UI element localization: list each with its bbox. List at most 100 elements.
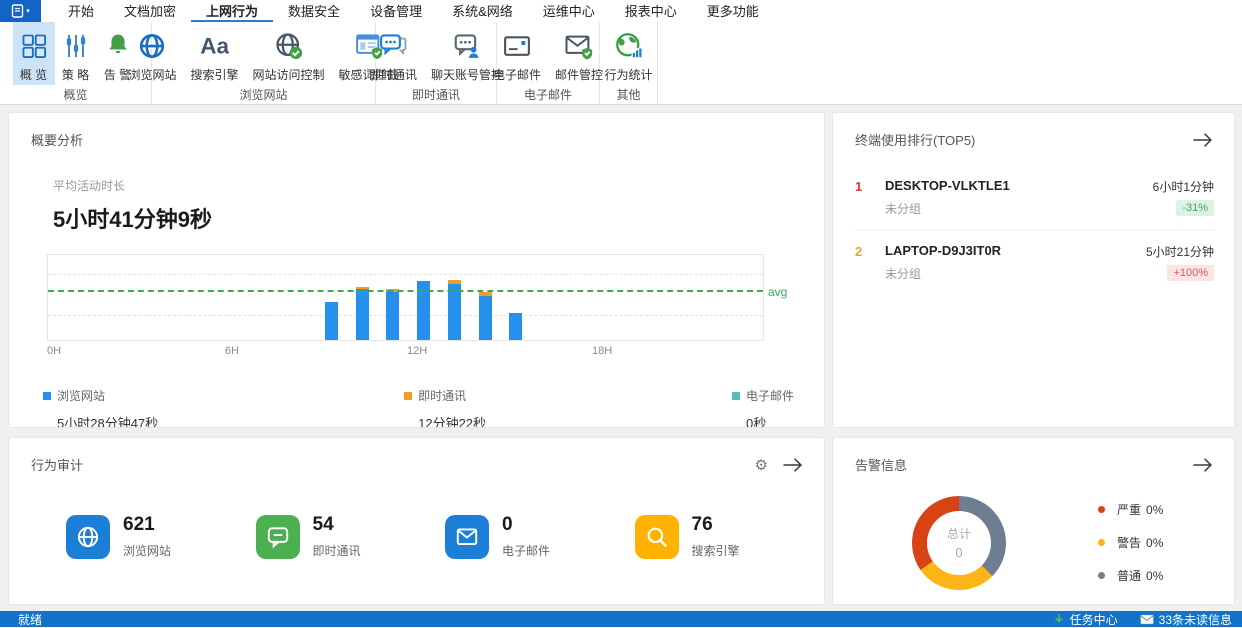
stat-value: 54 (313, 514, 361, 536)
ranking-row-2[interactable]: 2 LAPTOP-D9J3IT0R 未分组 5小时21分钟 +100% (855, 229, 1214, 294)
ribbon-mail-control-label: 邮件管控 (555, 66, 603, 83)
stats-globe-icon (614, 28, 644, 64)
ribbon-behavior-stats-button[interactable]: 行为统计 (598, 22, 660, 85)
download-arrow-icon (1053, 613, 1065, 625)
gear-icon[interactable]: ⚙ (755, 456, 768, 474)
legend-label-im: 即时通讯 (418, 387, 466, 404)
ribbon-behavior-stats-label: 行为统计 (605, 66, 653, 83)
ranking-panel-title: 终端使用排行(TOP5) (855, 130, 1178, 149)
alerts-panel-title: 告警信息 (855, 455, 1178, 474)
status-bar: 就绪 任务中心 33条未读信息 (0, 611, 1242, 627)
alerts-legend: 严重0% 警告0% 普通0% (1098, 488, 1163, 597)
ribbon-browse-web-button[interactable]: 浏览网站 (121, 22, 183, 85)
legend-label-email: 电子邮件 (746, 387, 794, 404)
ranking-panel: 终端使用排行(TOP5) 1 DESKTOP-VLKTLE1 未分组 6小时1分… (832, 112, 1235, 428)
ribbon-email-button[interactable]: 电子邮件 (486, 22, 548, 85)
x-tick-label: 18H (592, 345, 612, 357)
arrow-right-icon[interactable] (1192, 457, 1214, 473)
stat-web[interactable]: 621 浏览网站 (66, 514, 256, 559)
overview-panel-title: 概要分析 (31, 130, 804, 149)
stat-email[interactable]: 0 电子邮件 (445, 514, 635, 559)
svg-text:Aa: Aa (201, 34, 230, 59)
grid-icon (20, 28, 48, 64)
ribbon-group-email-label: 电子邮件 (497, 85, 599, 106)
menu-doc-encryption[interactable]: 文档加密 (109, 0, 191, 22)
unread-messages-button[interactable]: 33条未读信息 (1140, 611, 1232, 628)
critical-dot-icon (1098, 506, 1105, 513)
ribbon-search-engine-label: 搜索引擎 (190, 66, 238, 83)
bar-im (448, 280, 461, 284)
alert-label: 严重 (1117, 503, 1141, 517)
legend-item-email: 电子邮件 0秒 (732, 387, 794, 428)
normal-dot-icon (1098, 572, 1105, 579)
globe-icon (137, 28, 167, 64)
terminal-group: 未分组 (885, 265, 1146, 282)
stat-label: 即时通讯 (313, 542, 361, 559)
ribbon-group-web: 浏览网站 Aa 搜索引擎 网站访问 (152, 22, 376, 104)
menu-bar: ▾ 开始 文档加密 上网行为 数据安全 设备管理 系统&网络 运维中心 报表中心… (0, 0, 1242, 22)
legend-swatch-web (43, 392, 51, 400)
stat-im[interactable]: 54 即时通讯 (256, 514, 446, 559)
usage-time: 6小时1分钟 (1153, 178, 1214, 195)
ribbon: 概 览 策 略 (0, 22, 1242, 105)
ribbon-site-access-control-button[interactable]: 网站访问控制 (246, 22, 332, 85)
legend-item-web: 浏览网站 5小时28分钟47秒 (43, 387, 158, 428)
bar-web (479, 296, 492, 340)
legend-swatch-email (732, 392, 740, 400)
menu-data-security[interactable]: 数据安全 (273, 0, 355, 22)
mail-shield-icon (564, 28, 594, 64)
audit-panel: 行为审计 ⚙ 621 浏览网站 (8, 437, 825, 605)
task-center-button[interactable]: 任务中心 (1053, 611, 1118, 628)
ribbon-search-engine-button[interactable]: Aa 搜索引擎 (183, 22, 245, 85)
ribbon-group-im-label: 即时通讯 (376, 85, 496, 106)
avg-line-label: avg (768, 285, 787, 299)
warning-dot-icon (1098, 539, 1105, 546)
mail-icon (445, 515, 489, 559)
menu-start[interactable]: 开始 (53, 0, 109, 22)
alert-pct: 0% (1146, 569, 1163, 583)
globe-icon (66, 515, 110, 559)
ribbon-policy-label: 策 略 (62, 66, 89, 83)
ranking-row-1[interactable]: 1 DESKTOP-VLKTLE1 未分组 6小时1分钟 -31% (855, 165, 1214, 229)
legend-swatch-im (404, 392, 412, 400)
menu-ops-center[interactable]: 运维中心 (528, 0, 610, 22)
ribbon-browse-web-label: 浏览网站 (128, 66, 176, 83)
ribbon-overview-label: 概 览 (20, 66, 47, 83)
ribbon-overview-button[interactable]: 概 览 (13, 22, 55, 85)
menu-more-features[interactable]: 更多功能 (692, 0, 774, 22)
ribbon-im-button[interactable]: 即时通讯 (362, 22, 424, 85)
terminal-name: LAPTOP-D9J3IT0R (885, 243, 1146, 258)
x-tick-label: 6H (225, 345, 239, 357)
main-content: 概要分析 平均活动时长 5小时41分钟9秒 avg 0H6H12H18H 浏览网… (0, 105, 1242, 605)
menu-report-center[interactable]: 报表中心 (610, 0, 692, 22)
avg-duration-value: 5小时41分钟9秒 (53, 202, 824, 234)
legend-item-im: 即时通讯 12分钟22秒 (404, 387, 486, 428)
ranking-list: 1 DESKTOP-VLKTLE1 未分组 6小时1分钟 -31% 2 LAPT… (855, 165, 1214, 294)
mail-card-icon (502, 28, 532, 64)
rank-number: 2 (855, 243, 885, 282)
terminal-name: DESKTOP-VLKTLE1 (885, 178, 1153, 193)
menu-system-network[interactable]: 系统&网络 (437, 0, 528, 22)
arrow-right-icon[interactable] (782, 457, 804, 473)
ribbon-policy-button[interactable]: 策 略 (55, 22, 97, 85)
stat-label: 电子邮件 (502, 542, 550, 559)
menu-device-management[interactable]: 设备管理 (355, 0, 437, 22)
x-tick-label: 0H (47, 345, 61, 357)
activity-chart: avg (47, 254, 764, 341)
donut-center-label: 总计 (947, 525, 971, 542)
menu-internet-behavior[interactable]: 上网行为 (191, 0, 273, 22)
bar-im (356, 287, 369, 289)
ribbon-im-label: 即时通讯 (369, 66, 417, 83)
legend-value-im: 12分钟22秒 (418, 413, 486, 428)
arrow-right-icon[interactable] (1192, 132, 1214, 148)
usage-time: 5小时21分钟 (1146, 243, 1214, 260)
legend-label-web: 浏览网站 (57, 387, 105, 404)
app-menu-button[interactable]: ▾ (0, 0, 41, 22)
alert-legend-normal: 普通0% (1098, 564, 1163, 587)
envelope-icon (1140, 614, 1154, 625)
stat-search[interactable]: 76 搜索引擎 (635, 514, 825, 559)
ribbon-group-web-label: 浏览网站 (152, 85, 375, 106)
alert-pct: 0% (1146, 503, 1163, 517)
ribbon-group-im: 即时通讯 聊天账号管控 即时通讯 (376, 22, 497, 104)
status-ready-text: 就绪 (18, 611, 1031, 628)
